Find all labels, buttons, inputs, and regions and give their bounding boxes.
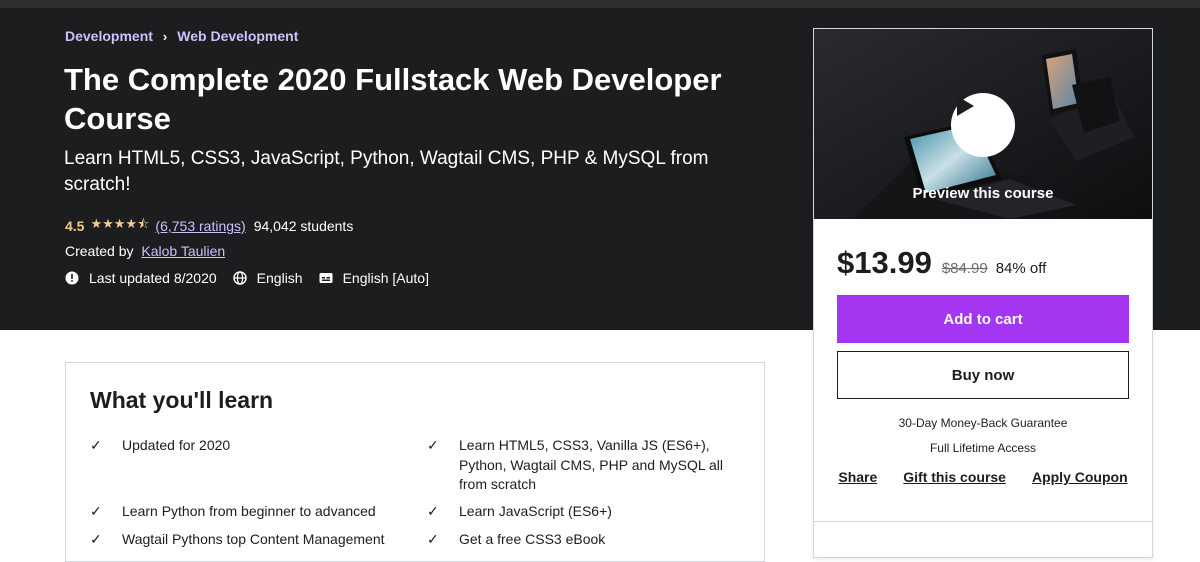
learn-item-text: Get a free CSS3 eBook [459, 531, 606, 547]
students-count: 94,042 students [253, 218, 354, 234]
original-price: $84.99 [941, 260, 988, 277]
created-by-row: Created by Kalob Taulien [65, 243, 225, 259]
language-text: English [256, 270, 303, 286]
check-icon: ✓ [90, 503, 102, 519]
learn-item-text: Updated for 2020 [122, 437, 231, 453]
last-updated: Last updated 8/2020 [65, 270, 217, 286]
captions: English [Auto] [319, 270, 429, 286]
last-updated-text: Last updated 8/2020 [89, 270, 217, 286]
apply-coupon-link[interactable]: Apply Coupon [1032, 469, 1128, 485]
star-rating-icon: ★★★★⯪ [90, 216, 150, 231]
header-topline [0, 0, 1200, 8]
learn-item: ✓ Wagtail Pythons top Content Management [90, 530, 392, 550]
learn-item: ✓ Get a free CSS3 eBook [427, 530, 729, 550]
what-youll-learn-box: What you'll learn ✓ Updated for 2020 ✓ L… [65, 362, 765, 562]
money-back-guarantee: 30-Day Money-Back Guarantee [898, 416, 1068, 430]
learn-item: ✓ Learn HTML5, CSS3, Vanilla JS (ES6+), … [427, 436, 729, 495]
check-icon: ✓ [427, 531, 439, 547]
price-row: $13.99 $84.99 84% off [837, 245, 1046, 281]
learn-item: ✓ Learn JavaScript (ES6+) [427, 502, 729, 522]
check-icon: ✓ [427, 503, 439, 519]
check-icon: ✓ [90, 531, 102, 547]
current-price: $13.99 [837, 245, 932, 280]
alert-badge-icon [65, 271, 79, 285]
check-icon: ✓ [427, 437, 439, 453]
gift-course-link[interactable]: Gift this course [903, 469, 1006, 485]
play-button[interactable] [951, 93, 1015, 157]
author-link[interactable]: Kalob Taulien [141, 243, 225, 259]
discount-percent: 84% off [995, 260, 1047, 277]
course-title: The Complete 2020 Fullstack Web Develope… [64, 62, 722, 136]
card-links: Share Gift this course Apply Coupon [814, 469, 1152, 485]
buy-now-button[interactable]: Buy now [837, 351, 1129, 399]
breadcrumb: Development › Web Development [65, 28, 298, 44]
ratings-count-link[interactable]: (6,753 ratings) [155, 218, 245, 234]
rating-value: 4.5 [65, 218, 85, 234]
breadcrumb-web-development[interactable]: Web Development [177, 28, 298, 44]
purchase-card: Preview this course $13.99 $84.99 84% of… [813, 28, 1153, 558]
check-icon: ✓ [90, 437, 102, 453]
play-icon [957, 96, 974, 116]
course-meta-row: Last updated 8/2020 English English [Aut… [65, 270, 445, 286]
learn-item: ✓ Updated for 2020 [90, 436, 392, 456]
breadcrumb-development[interactable]: Development [65, 28, 153, 44]
add-to-cart-button[interactable]: Add to cart [837, 295, 1129, 343]
chevron-right-icon: › [162, 28, 168, 44]
divider [814, 521, 1152, 522]
closed-captions-icon [319, 271, 333, 285]
learn-item-text: Learn Python from beginner to advanced [122, 503, 376, 519]
lifetime-access: Full Lifetime Access [929, 441, 1037, 455]
captions-text: English [Auto] [342, 270, 429, 286]
created-by-label: Created by [65, 243, 134, 259]
learn-title: What you'll learn [90, 387, 274, 413]
learn-item: ✓ Learn Python from beginner to advanced [90, 502, 392, 522]
learn-item-text: Learn JavaScript (ES6+) [459, 503, 612, 519]
learn-item-text: Wagtail Pythons top Content Management [122, 531, 385, 547]
share-link[interactable]: Share [838, 469, 877, 485]
language: English [232, 270, 303, 286]
rating-row: 4.5 ★★★★⯪ (6,753 ratings) 94,042 student… [65, 215, 353, 237]
course-subtitle: Learn HTML5, CSS3, JavaScript, Python, W… [64, 148, 709, 195]
globe-icon [232, 271, 247, 285]
preview-label: Preview this course [912, 185, 1054, 202]
course-preview[interactable]: Preview this course [814, 29, 1152, 219]
learn-item-text: Learn HTML5, CSS3, Vanilla JS (ES6+), Py… [459, 437, 724, 492]
